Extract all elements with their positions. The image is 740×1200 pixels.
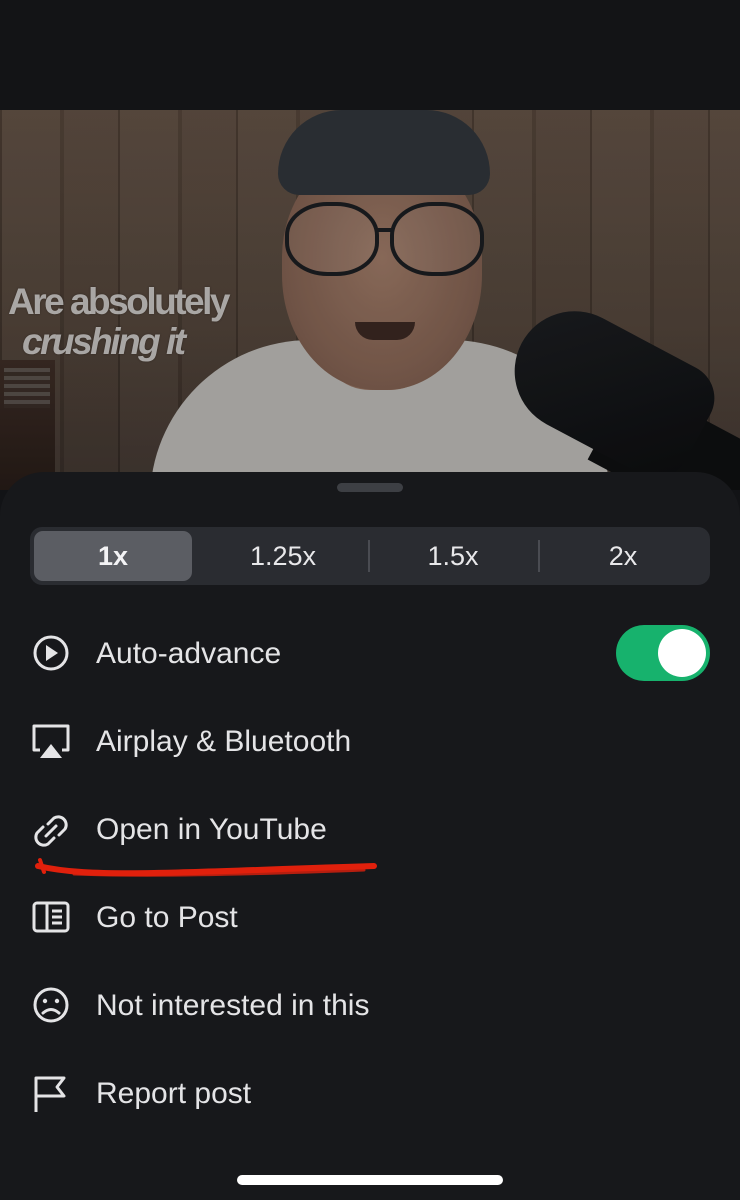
speed-option-2x[interactable]: 2x	[540, 531, 706, 581]
link-icon	[30, 810, 72, 848]
sad-face-icon	[30, 986, 72, 1024]
video-caption-line1: Are absolutely	[8, 281, 230, 322]
post-panel-icon	[30, 898, 72, 936]
video-caption: Are absolutely crushing it	[8, 282, 298, 362]
go-to-post-label: Go to Post	[96, 901, 238, 934]
report-post-label: Report post	[96, 1077, 252, 1110]
toggle-knob	[658, 629, 706, 677]
play-circle-icon	[30, 634, 72, 672]
menu-item-open-in-youtube[interactable]: Open in YouTube	[30, 798, 710, 858]
options-sheet: 1x 1.25x 1.5x 2x Auto-advance Airplay & …	[0, 472, 740, 1200]
not-interested-label: Not interested in this	[96, 989, 370, 1022]
open-in-youtube-label: Open in YouTube	[96, 813, 327, 846]
menu-item-go-to-post[interactable]: Go to Post	[30, 886, 710, 946]
home-indicator[interactable]	[237, 1175, 503, 1185]
flag-icon	[30, 1074, 72, 1112]
red-underline-annotation	[35, 858, 377, 877]
sheet-grabber[interactable]	[337, 483, 403, 492]
airplay-icon	[30, 722, 72, 760]
menu-item-not-interested[interactable]: Not interested in this	[30, 974, 710, 1034]
top-bar	[0, 0, 740, 110]
speed-option-1-5x[interactable]: 1.5x	[370, 531, 536, 581]
speed-option-1-25x[interactable]: 1.25x	[198, 531, 368, 581]
menu-item-auto-advance[interactable]: Auto-advance	[30, 622, 710, 682]
auto-advance-label: Auto-advance	[96, 637, 282, 670]
video-caption-line2: crushing it	[22, 321, 186, 362]
airplay-bluetooth-label: Airplay & Bluetooth	[96, 725, 352, 758]
auto-advance-toggle[interactable]	[616, 625, 710, 681]
playback-speed-selector: 1x 1.25x 1.5x 2x	[30, 527, 710, 585]
speed-option-1x[interactable]: 1x	[34, 531, 192, 581]
video-player[interactable]: Are absolutely crushing it	[0, 110, 740, 490]
menu-item-airplay-bluetooth[interactable]: Airplay & Bluetooth	[30, 710, 710, 770]
menu-item-report-post[interactable]: Report post	[30, 1062, 710, 1122]
